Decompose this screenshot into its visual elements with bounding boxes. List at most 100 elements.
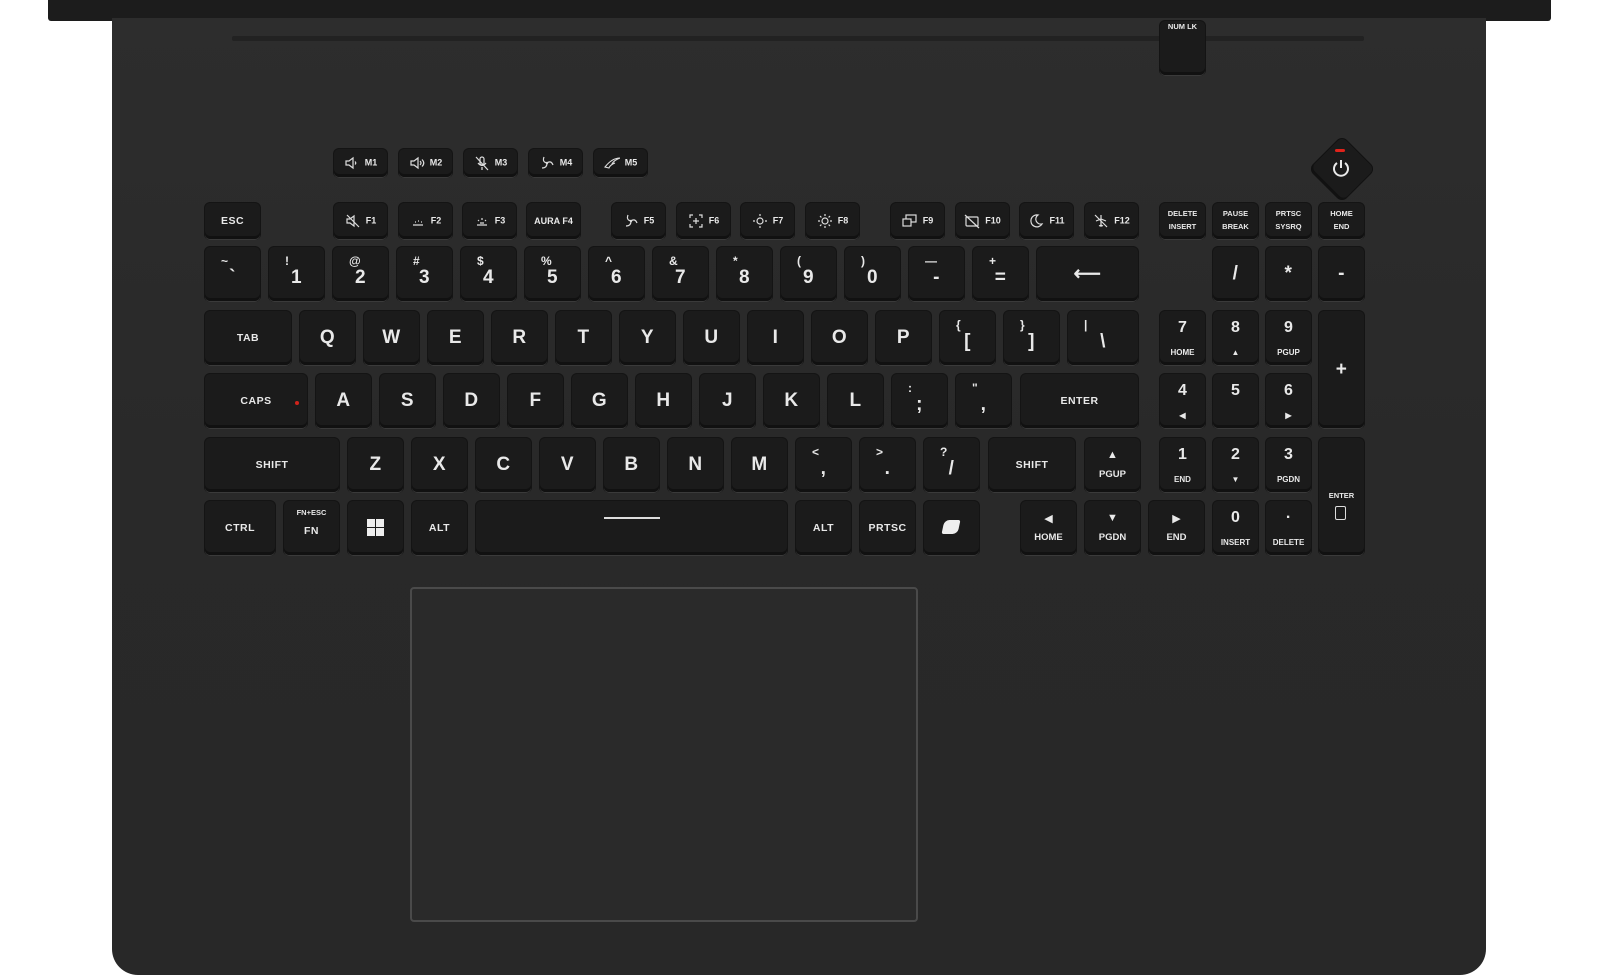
key-g[interactable]: G (572, 374, 627, 428)
key-alt-left[interactable]: ALT (412, 501, 467, 555)
key-f12[interactable]: F12 (1085, 203, 1138, 239)
key-prtsc-sysrq[interactable]: PRTSC SYSRQ (1266, 203, 1311, 239)
key-z[interactable]: Z (348, 438, 403, 492)
key-u[interactable]: U (684, 311, 739, 365)
numpad-1[interactable]: 1 END (1160, 438, 1205, 492)
key-6[interactable]: ^ 6 (589, 247, 644, 301)
key-a[interactable]: A (316, 374, 371, 428)
key-shift-right[interactable]: SHIFT (989, 438, 1075, 492)
numpad-slash[interactable]: / (1213, 247, 1258, 301)
key-f4[interactable]: AURA F4 (527, 203, 580, 239)
key-i[interactable]: I (748, 311, 803, 365)
key-equals[interactable]: + = (973, 247, 1028, 301)
key-f7[interactable]: F7 (741, 203, 794, 239)
key-m1[interactable]: M1 (334, 149, 387, 177)
key-f10[interactable]: F10 (956, 203, 1009, 239)
key-3[interactable]: #3 (397, 247, 452, 301)
key-b[interactable]: B (604, 438, 659, 492)
key-backslash[interactable]: | \ (1068, 311, 1138, 365)
key-quote[interactable]: ", (956, 374, 1011, 428)
key-tab[interactable]: TAB (205, 311, 291, 365)
numpad-9[interactable]: 9 PGUP (1266, 311, 1311, 365)
touchpad[interactable] (410, 587, 918, 922)
key-space[interactable] (476, 501, 787, 555)
key-5[interactable]: % 5 (525, 247, 580, 301)
key-0[interactable]: ) 0 (845, 247, 900, 301)
key-4[interactable]: $4 (461, 247, 516, 301)
key-f3[interactable]: F3 (463, 203, 516, 239)
key-n[interactable]: N (668, 438, 723, 492)
numpad-enter[interactable]: ENTER (1319, 438, 1364, 555)
key-f8[interactable]: F8 (806, 203, 859, 239)
key-pgup[interactable]: ▲ PGUP (1085, 438, 1140, 492)
key-alt-right[interactable]: ALT (796, 501, 851, 555)
key-r[interactable]: R (492, 311, 547, 365)
key-ctrl[interactable]: CTRL (205, 501, 275, 555)
key-shift-left[interactable]: SHIFT (205, 438, 339, 492)
key-caps[interactable]: CAPS (205, 374, 307, 428)
key-m[interactable]: M (732, 438, 787, 492)
numpad-6[interactable]: 6 ▶ (1266, 374, 1311, 428)
numpad-numlk[interactable]: NUM LK (1160, 21, 1205, 75)
key-esc[interactable]: ESC (205, 203, 260, 239)
key-d[interactable]: D (444, 374, 499, 428)
numpad-plus[interactable]: + (1319, 311, 1364, 428)
key-f1[interactable]: F1 (334, 203, 387, 239)
numpad-5[interactable]: 5 (1213, 374, 1258, 428)
key-y[interactable]: Y (620, 311, 675, 365)
numpad-7[interactable]: 7 HOME (1160, 311, 1205, 365)
key-enter[interactable]: ENTER (1021, 374, 1138, 428)
key-w[interactable]: W (364, 311, 419, 365)
key-s[interactable]: S (380, 374, 435, 428)
key-7[interactable]: & 7 (653, 247, 708, 301)
key-l[interactable]: L (828, 374, 883, 428)
numpad-minus[interactable]: - (1319, 247, 1364, 301)
key-t[interactable]: T (556, 311, 611, 365)
key-v[interactable]: V (540, 438, 595, 492)
key-slash[interactable]: ? / (924, 438, 979, 492)
numpad-0[interactable]: 0 INSERT (1213, 501, 1258, 555)
numpad-8[interactable]: 8 ▲ (1213, 311, 1258, 365)
key-2[interactable]: @2 (333, 247, 388, 301)
key-left-bracket[interactable]: {[ (940, 311, 995, 365)
numpad-4[interactable]: 4 ◀ (1160, 374, 1205, 428)
key-copilot[interactable] (924, 501, 979, 555)
key-prtsc[interactable]: PRTSC (860, 501, 915, 555)
key-f[interactable]: F (508, 374, 563, 428)
key-minus[interactable]: — - (909, 247, 964, 301)
key-home-end[interactable]: HOME END (1319, 203, 1364, 239)
key-semicolon[interactable]: :; (892, 374, 947, 428)
key-home[interactable]: ◀ HOME (1021, 501, 1076, 555)
key-m4[interactable]: M4 (529, 149, 582, 177)
key-f9[interactable]: F9 (891, 203, 944, 239)
key-delete-insert[interactable]: DELETE INSERT (1160, 203, 1205, 239)
key-9[interactable]: (9 (781, 247, 836, 301)
key-m2[interactable]: M2 (399, 149, 452, 177)
numpad-star[interactable]: * (1266, 247, 1311, 301)
key-fn[interactable]: FN+ESC FN (284, 501, 339, 555)
key-m5[interactable]: M5 (594, 149, 647, 177)
key-pause-break[interactable]: PAUSE BREAK (1213, 203, 1258, 239)
key-x[interactable]: X (412, 438, 467, 492)
numpad-2[interactable]: 2 ▼ (1213, 438, 1258, 492)
key-comma[interactable]: <, (796, 438, 851, 492)
key-p[interactable]: P (876, 311, 931, 365)
key-q[interactable]: Q (300, 311, 355, 365)
key-h[interactable]: H (636, 374, 691, 428)
key-windows[interactable] (348, 501, 403, 555)
key-j[interactable]: J (700, 374, 755, 428)
key-k[interactable]: K (764, 374, 819, 428)
key-1[interactable]: ! 1 (269, 247, 324, 301)
key-8[interactable]: * 8 (717, 247, 772, 301)
key-c[interactable]: C (476, 438, 531, 492)
numpad-dot[interactable]: · DELETE (1266, 501, 1311, 555)
key-end[interactable]: ▶ END (1149, 501, 1204, 555)
key-f5[interactable]: F5 (612, 203, 665, 239)
key-right-bracket[interactable]: }] (1004, 311, 1059, 365)
key-m3[interactable]: M3 (464, 149, 517, 177)
key-pgdn[interactable]: ▼ PGDN (1085, 501, 1140, 555)
key-o[interactable]: O (812, 311, 867, 365)
key-period[interactable]: >. (860, 438, 915, 492)
numpad-3[interactable]: 3 PGDN (1266, 438, 1311, 492)
key-backtick[interactable]: ~ ` (205, 247, 260, 301)
